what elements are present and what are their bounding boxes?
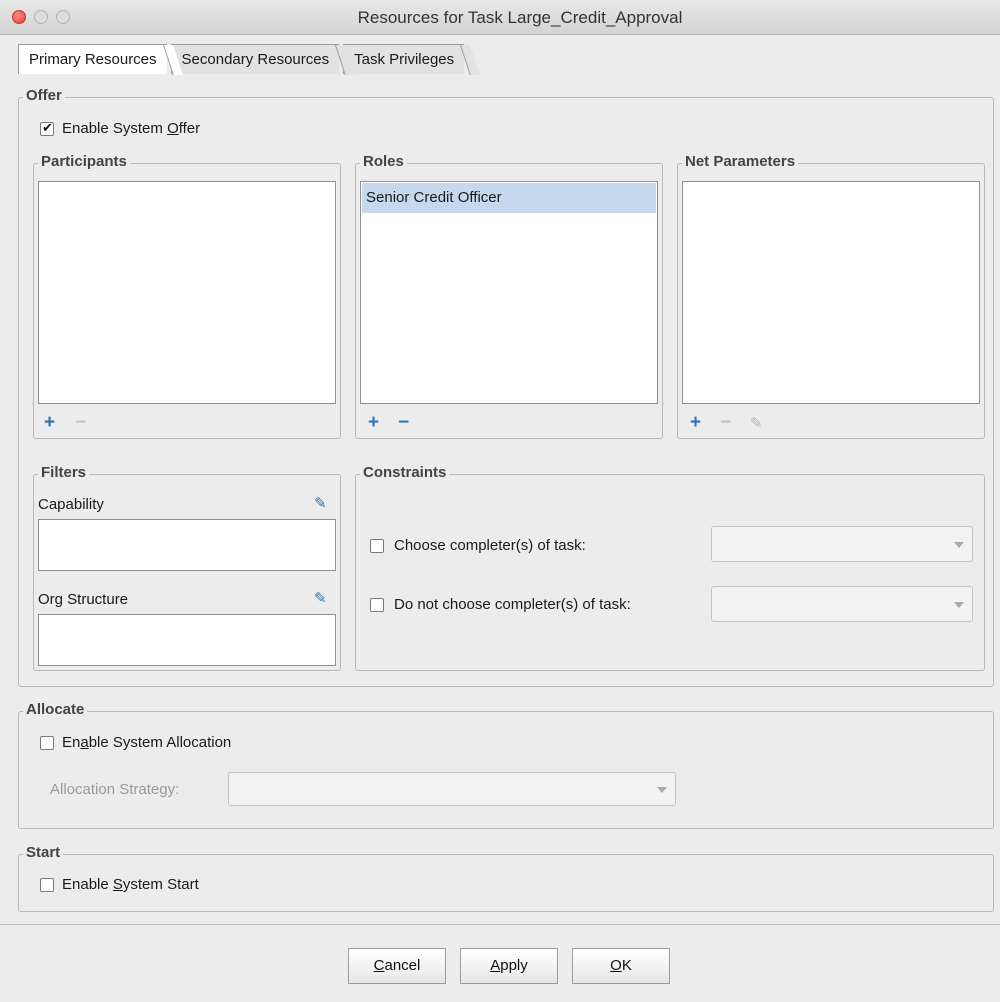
capability-field[interactable] — [38, 519, 336, 571]
start-group-label: Start — [23, 844, 64, 861]
ok-button[interactable]: OK — [572, 948, 670, 984]
tab-label: Primary Resources — [29, 51, 157, 68]
remove-role-button[interactable]: − — [398, 413, 409, 432]
tab-secondary-resources[interactable]: Secondary Resources — [170, 44, 355, 75]
roles-list[interactable]: Senior Credit Officer — [360, 181, 658, 404]
roles-label: Roles — [360, 153, 407, 170]
tab-task-privileges[interactable]: Task Privileges — [343, 44, 480, 75]
title-bar: Resources for Task Large_Credit_Approval — [0, 0, 1000, 35]
capability-label: Capability — [38, 496, 104, 513]
window-title: Resources for Task Large_Credit_Approval — [357, 8, 683, 27]
do-not-choose-completers-checkbox[interactable] — [370, 598, 384, 612]
allocation-strategy-label: Allocation Strategy: — [50, 781, 180, 798]
net-parameters-label: Net Parameters — [682, 153, 799, 170]
apply-button[interactable]: Apply — [460, 948, 558, 984]
participants-label: Participants — [38, 153, 130, 170]
chevron-down-icon — [657, 787, 667, 793]
list-item[interactable]: Senior Credit Officer — [362, 183, 656, 213]
do-not-choose-completers-combo[interactable] — [711, 586, 973, 622]
allocation-strategy-combo[interactable] — [228, 772, 676, 806]
org-structure-field[interactable] — [38, 614, 336, 666]
allocate-group-label: Allocate — [23, 701, 88, 718]
remove-participant-button[interactable]: − — [75, 413, 86, 432]
enable-system-allocation-label[interactable]: Enable System Allocation — [62, 734, 231, 751]
edit-capability-pencil-icon[interactable]: ✎ — [314, 494, 327, 512]
tab-label: Task Privileges — [354, 51, 455, 68]
edit-org-structure-pencil-icon[interactable]: ✎ — [314, 589, 327, 607]
enable-system-allocation-checkbox[interactable] — [40, 736, 54, 750]
cancel-button[interactable]: Cancel — [348, 948, 446, 984]
offer-group-label: Offer — [23, 87, 65, 104]
constraints-label: Constraints — [360, 464, 450, 481]
tab-strip: Primary Resources Secondary Resources Ta… — [18, 44, 480, 75]
add-role-button[interactable]: + — [368, 413, 379, 432]
choose-completers-checkbox[interactable] — [370, 539, 384, 553]
choose-completers-combo[interactable] — [711, 526, 973, 562]
enable-system-offer-label[interactable]: Enable System Offer — [62, 120, 200, 137]
add-net-parameter-button[interactable]: + — [690, 413, 701, 432]
enable-system-offer-checkbox[interactable] — [40, 120, 54, 136]
add-participant-button[interactable]: + — [44, 413, 55, 432]
net-parameters-list[interactable] — [682, 181, 980, 404]
allocate-group: Allocate — [18, 701, 994, 829]
tab-label: Secondary Resources — [181, 51, 330, 68]
constraints-group: Constraints — [355, 464, 985, 671]
participants-list[interactable] — [38, 181, 336, 404]
enable-system-start-checkbox[interactable] — [40, 878, 54, 892]
org-structure-label: Org Structure — [38, 591, 129, 608]
tab-primary-resources[interactable]: Primary Resources — [18, 44, 183, 75]
enable-system-start-label[interactable]: Enable System Start — [62, 876, 199, 893]
do-not-choose-completers-label[interactable]: Do not choose completer(s) of task: — [394, 596, 631, 613]
remove-net-parameter-button[interactable]: − — [720, 413, 731, 432]
filters-label: Filters — [38, 464, 90, 481]
divider — [0, 924, 1000, 925]
choose-completers-label[interactable]: Choose completer(s) of task: — [394, 537, 586, 554]
chevron-down-icon — [954, 542, 964, 548]
chevron-down-icon — [954, 602, 964, 608]
pencil-icon[interactable]: ✎ — [750, 414, 763, 432]
